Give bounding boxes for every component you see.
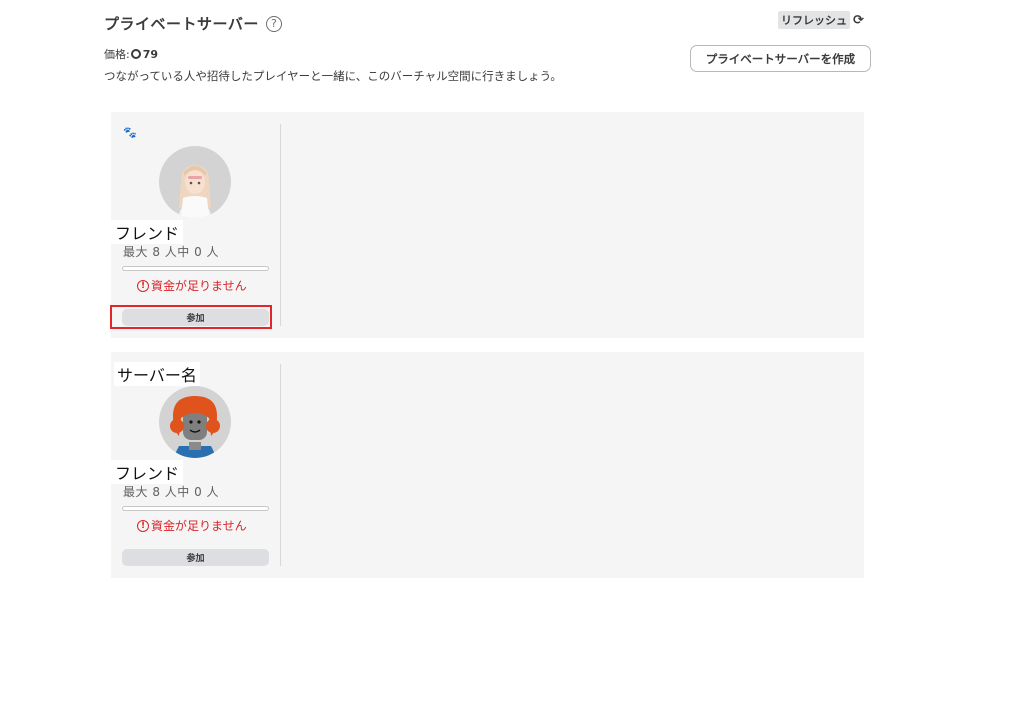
error-text: 資金が足りません [151,519,247,533]
description: つながっている人や招待したプレイヤーと一緒に、このバーチャル空間に行きましょう。 [104,69,562,83]
divider [280,124,281,326]
price-label: 価格: [104,48,130,61]
join-button[interactable]: 参加 [122,309,269,326]
price-value: 79 [142,47,159,61]
alert-icon: ! [137,279,149,292]
refresh-icon: ⟳ [853,12,864,28]
paw-icon: 🐾 [123,126,137,139]
capacity-text: 最大 8 人中 0 人 [123,485,220,499]
price: 価格: 79 [104,46,158,62]
server-card: 🐾 フレンド 最大 8 人中 0 人 ! 資金が足りません 参加 [111,112,864,338]
help-icon[interactable]: ? [265,15,282,32]
page-header: プライベートサーバー ? [104,13,282,34]
server-card: サーバー名 フレンド 最大 8 人中 0 人 ! 資金が足りません 参加 [111,352,864,578]
server-name: サーバー名 [114,362,200,386]
friend-label: フレンド [111,460,184,484]
error-text: 資金が足りません [151,279,247,293]
divider [280,364,281,566]
avatar [159,386,231,458]
avatar [159,146,231,218]
insufficient-funds-message: ! 資金が足りません [137,277,247,294]
create-private-server-button[interactable]: プライベートサーバーを作成 [690,45,871,72]
insufficient-funds-message: ! 資金が足りません [137,517,247,534]
join-button[interactable]: 参加 [122,549,269,566]
capacity-progress-bar [122,506,269,511]
capacity-progress-bar [122,266,269,271]
refresh-button[interactable]: リフレッシュ ⟳ [778,11,864,29]
friend-label: フレンド [111,220,184,244]
robux-icon [130,49,141,59]
page-title: プライベートサーバー [104,15,259,33]
alert-icon: ! [137,519,149,532]
refresh-label: リフレッシュ [778,11,850,29]
capacity-text: 最大 8 人中 0 人 [123,245,220,259]
